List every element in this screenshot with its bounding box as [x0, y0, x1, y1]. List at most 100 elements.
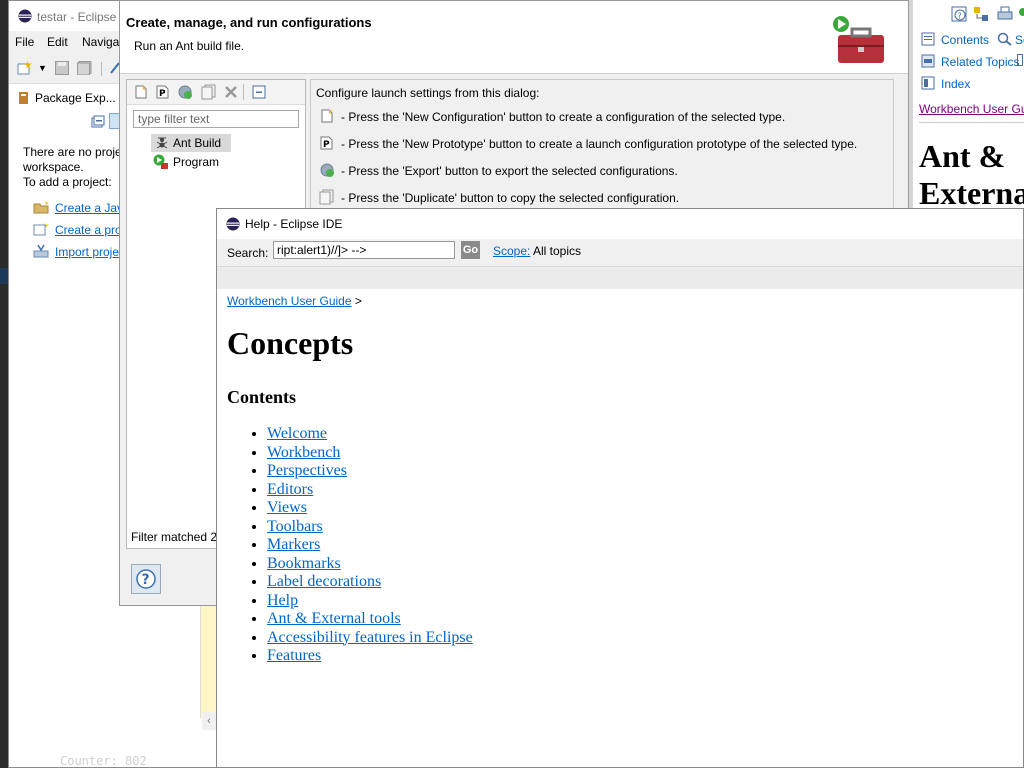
svg-text:P: P: [159, 89, 166, 99]
help-toolbar-band: [217, 266, 1023, 290]
svg-text:?: ?: [142, 572, 150, 588]
import-projects-link[interactable]: Import proje: [55, 245, 119, 259]
new-java-project-icon: [33, 200, 49, 214]
import-icon: [33, 244, 49, 258]
topic-link-markers[interactable]: Markers: [267, 536, 320, 553]
list-item: Features: [267, 647, 473, 666]
help-view-toolbar: ?: [913, 0, 1024, 26]
topic-link-welcome[interactable]: Welcome: [267, 425, 327, 442]
collapse-all-icon[interactable]: [91, 115, 105, 129]
print-icon[interactable]: [997, 6, 1013, 22]
topic-link-perspectives[interactable]: Perspectives: [267, 462, 347, 479]
filter-status: Filter matched 2: [131, 530, 218, 544]
search-label: Search:: [227, 246, 269, 260]
eclipse-logo-icon: [226, 217, 240, 231]
duplicate-icon[interactable]: [201, 84, 217, 100]
breadcrumb-link[interactable]: Workbench User Guide: [227, 294, 352, 308]
search-input[interactable]: ript:alert1)//]> -->: [273, 241, 455, 259]
index-link[interactable]: Index: [941, 77, 970, 91]
empty-text-line-3: To add a project:: [23, 175, 112, 189]
toolbar-separator: [101, 62, 102, 76]
go-button[interactable]: Go: [461, 241, 480, 259]
instruction-text: - Press the 'New Configuration' button t…: [341, 110, 786, 124]
topic-link-ant-external-tools[interactable]: Ant & External tools: [267, 610, 401, 627]
export-icon[interactable]: [177, 84, 193, 100]
scroll-left-icon[interactable]: ‹: [202, 712, 216, 730]
menu-navigate[interactable]: Navigat: [82, 35, 123, 49]
topic-link-workbench[interactable]: Workbench: [267, 444, 340, 461]
page-title: Concepts: [227, 325, 354, 361]
menu-file[interactable]: File: [15, 35, 34, 49]
help-search-link[interactable]: Se: [1015, 33, 1024, 47]
empty-text-line-1: There are no projec: [23, 145, 128, 159]
left-edge-marker: [0, 268, 8, 284]
section-title: Contents: [227, 387, 297, 407]
toolbox-icon: [832, 15, 888, 67]
list-item: Markers: [267, 536, 473, 555]
scope-link[interactable]: Scope:: [493, 244, 530, 258]
list-item: Bookmarks: [267, 555, 473, 574]
help-search-bar: Search: ript:alert1)//]> --> Go Scope: A…: [217, 239, 1023, 266]
menu-edit[interactable]: Edit: [47, 35, 68, 49]
related-topics-icon: [921, 54, 935, 68]
chevron-down-icon[interactable]: ▼: [38, 63, 47, 73]
topic-link-label-decorations[interactable]: Label decorations: [267, 573, 381, 590]
list-item: Workbench: [267, 444, 473, 463]
save-icon[interactable]: [55, 61, 69, 75]
tree-item-label: Ant Build: [173, 136, 222, 150]
topic-link-toolbars[interactable]: Toolbars: [267, 518, 323, 535]
configuration-toolbar: P: [127, 80, 305, 105]
collapse-all-icon[interactable]: [251, 84, 267, 100]
topic-link-bookmarks[interactable]: Bookmarks: [267, 555, 341, 572]
export-icon: [319, 162, 335, 178]
toolbar-separator: [243, 84, 244, 100]
empty-text-line-2: workspace.: [23, 160, 84, 174]
show-in-contents-icon[interactable]: [973, 6, 989, 22]
dialog-header: Create, manage, and run configurations R…: [120, 1, 908, 74]
svg-text:P: P: [323, 140, 330, 150]
help-window-title: Help - Eclipse IDE: [245, 217, 343, 231]
topic-link-help[interactable]: Help: [267, 592, 298, 609]
help-contents-link[interactable]: Contents: [941, 33, 989, 47]
new-project-icon: [33, 222, 49, 236]
help-view: ? Contents Se Related Topics Index Workb…: [909, 0, 1024, 211]
save-all-icon[interactable]: [77, 61, 93, 75]
dialog-description: Run an Ant build file.: [134, 39, 245, 53]
workbench-user-guide-link[interactable]: Workbench User Gu: [919, 102, 1024, 116]
external-program-icon: [153, 154, 169, 170]
configure-intro: Configure launch settings from this dial…: [316, 86, 540, 100]
topic-link-accessibility[interactable]: Accessibility features in Eclipse: [267, 629, 473, 646]
topic-link-editors[interactable]: Editors: [267, 481, 313, 498]
home-icon[interactable]: [1019, 8, 1024, 16]
list-item: Welcome: [267, 425, 473, 444]
tree-item-ant-build[interactable]: Ant Build: [151, 134, 231, 152]
tree-item-label: Program: [173, 155, 220, 169]
empty-workspace-message: There are no projec workspace. To add a …: [23, 145, 128, 190]
heading-line-2: Externa: [919, 175, 1024, 211]
topic-link-features[interactable]: Features: [267, 647, 321, 664]
workbench-title: testar - Eclipse I: [37, 10, 124, 24]
svg-text:?: ?: [958, 12, 962, 21]
configuration-info-pane: Configure launch settings from this dial…: [310, 79, 894, 219]
tree-item-program[interactable]: Program: [151, 153, 241, 171]
new-wizard-icon[interactable]: [17, 61, 33, 75]
help-question-icon: ?: [136, 569, 156, 589]
related-topics-link[interactable]: Related Topics: [941, 55, 1020, 69]
create-project-link[interactable]: Create a proj: [55, 223, 124, 237]
package-explorer-label: Package Exp...: [35, 91, 116, 105]
package-explorer-icon: [18, 91, 30, 105]
dialog-title: Create, manage, and run configurations: [126, 15, 372, 30]
help-contents-icon[interactable]: ?: [951, 6, 967, 22]
help-window-titlebar: Help - Eclipse IDE: [217, 209, 1023, 239]
new-configuration-icon[interactable]: [133, 84, 149, 100]
help-button[interactable]: ?: [131, 564, 161, 594]
topic-link-views[interactable]: Views: [267, 499, 307, 516]
delete-icon[interactable]: [223, 84, 239, 100]
search-icon: [997, 32, 1013, 46]
editor-area-strip: [200, 600, 217, 718]
filter-input[interactable]: type filter text: [133, 110, 299, 128]
bookmark-icon: [1017, 54, 1023, 66]
list-item: Perspectives: [267, 462, 473, 481]
new-prototype-icon[interactable]: P: [155, 84, 171, 100]
instruction-text: - Press the 'New Prototype' button to cr…: [341, 137, 858, 151]
